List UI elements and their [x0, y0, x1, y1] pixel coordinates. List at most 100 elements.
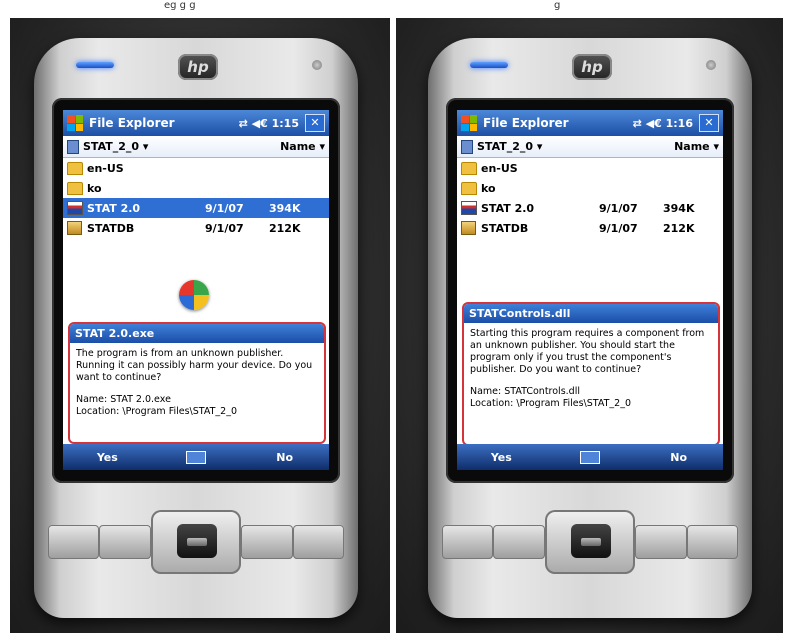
dialog-location-line: Location: \Program Files\STAT_2_0 [76, 406, 237, 417]
list-item[interactable]: ko [63, 178, 329, 198]
database-icon [461, 221, 476, 235]
file-size: 212K [663, 221, 695, 235]
keyboard-toggle[interactable] [546, 450, 635, 464]
screen-bezel: File Explorer ⇄ ◀€ 1:16 ✕ STAT_2_0 ▾ Nam… [446, 98, 734, 483]
security-dialog: STATControls.dll Starting this program r… [462, 302, 720, 446]
hp-logo: hp [572, 54, 612, 80]
dialog-message: Starting this program requires a compone… [470, 328, 705, 375]
yes-softkey[interactable]: Yes [63, 451, 152, 464]
status-icons[interactable]: ⇄ ◀€ 1:15 [239, 117, 299, 130]
keyboard-icon [580, 450, 600, 464]
left-soft-button[interactable] [442, 525, 494, 559]
camera-lens [706, 60, 716, 70]
navigation-pad[interactable] [150, 510, 242, 574]
list-item[interactable]: STATDB 9/1/07 212K [63, 218, 329, 238]
file-name: en-US [87, 161, 124, 175]
path-bar: STAT_2_0 ▾ Name ▾ [457, 136, 723, 158]
database-icon [67, 221, 82, 235]
folder-icon [461, 161, 477, 175]
path-dropdown[interactable]: STAT_2_0 ▾ [477, 140, 674, 153]
dialog-body: The program is from an unknown publisher… [70, 343, 324, 418]
security-dialog: STAT 2.0.exe The program is from an unkn… [68, 322, 326, 444]
ok-button[interactable] [635, 525, 687, 559]
no-softkey[interactable]: No [634, 451, 723, 464]
sort-dropdown[interactable]: Name ▾ [280, 140, 325, 153]
file-date: 9/1/07 [599, 221, 638, 235]
file-name: ko [87, 181, 102, 195]
folder-icon [461, 181, 477, 195]
left-soft-button[interactable] [48, 525, 100, 559]
file-date: 9/1/07 [205, 201, 244, 215]
right-soft-button[interactable] [686, 525, 739, 559]
dialog-name-line: Name: STATControls.dll [470, 386, 580, 397]
speaker-light [470, 62, 508, 68]
keyboard-toggle[interactable] [152, 450, 241, 464]
home-button[interactable] [99, 525, 151, 559]
folder-icon [67, 161, 83, 175]
file-size: 394K [663, 201, 695, 215]
screen-bezel: File Explorer ⇄ ◀€ 1:15 ✕ STAT_2_0 ▾ Nam… [52, 98, 340, 483]
close-button[interactable]: ✕ [305, 114, 325, 132]
close-button[interactable]: ✕ [699, 114, 719, 132]
title-bar: File Explorer ⇄ ◀€ 1:15 ✕ [63, 110, 329, 136]
title-bar: File Explorer ⇄ ◀€ 1:16 ✕ [457, 110, 723, 136]
no-softkey[interactable]: No [240, 451, 329, 464]
executable-icon [67, 201, 83, 215]
screen: File Explorer ⇄ ◀€ 1:15 ✕ STAT_2_0 ▾ Nam… [63, 110, 329, 470]
dialog-title: STAT 2.0.exe [70, 324, 324, 343]
dialog-name-line: Name: STAT 2.0.exe [76, 394, 171, 405]
start-menu-icon[interactable] [67, 115, 83, 131]
file-date: 9/1/07 [599, 201, 638, 215]
camera-lens [312, 60, 322, 70]
hardware-buttons [48, 510, 345, 574]
file-name: STAT 2.0 [87, 201, 141, 215]
list-item[interactable]: STATDB 9/1/07 212K [457, 218, 723, 238]
list-item-selected[interactable]: STAT 2.0 9/1/07 394K [63, 198, 329, 218]
list-item[interactable]: STAT 2.0 9/1/07 394K [457, 198, 723, 218]
file-size: 212K [269, 221, 301, 235]
file-size: 394K [269, 201, 301, 215]
yes-softkey[interactable]: Yes [457, 451, 546, 464]
top-caption-left: eg g g [164, 0, 196, 11]
folder-icon [67, 181, 83, 195]
dialog-body: Starting this program requires a compone… [464, 323, 718, 410]
start-menu-icon[interactable] [461, 115, 477, 131]
dialog-location-line: Location: \Program Files\STAT_2_0 [470, 398, 631, 409]
file-name: ko [481, 181, 496, 195]
dialog-title: STATControls.dll [464, 304, 718, 323]
window-title: File Explorer [483, 116, 569, 130]
ok-button[interactable] [241, 525, 293, 559]
file-name: en-US [481, 161, 518, 175]
file-date: 9/1/07 [205, 221, 244, 235]
dpad-center[interactable] [570, 524, 611, 558]
right-soft-button[interactable] [292, 525, 345, 559]
sort-dropdown[interactable]: Name ▾ [674, 140, 719, 153]
file-name: STATDB [481, 221, 529, 235]
softkey-bar: Yes No [63, 444, 329, 470]
navigation-pad[interactable] [544, 510, 636, 574]
pda-device: hp File Explorer ⇄ ◀€ 1:15 ✕ STAT_2_0 ▾ … [34, 38, 358, 618]
list-item[interactable]: en-US [457, 158, 723, 178]
file-name: STATDB [87, 221, 135, 235]
top-caption-right: g [554, 0, 561, 11]
window-title: File Explorer [89, 116, 175, 130]
hardware-buttons [442, 510, 739, 574]
keyboard-icon [186, 450, 206, 464]
home-button[interactable] [493, 525, 545, 559]
dialog-message: The program is from an unknown publisher… [76, 348, 313, 383]
list-item[interactable]: en-US [63, 158, 329, 178]
screen: File Explorer ⇄ ◀€ 1:16 ✕ STAT_2_0 ▾ Nam… [457, 110, 723, 470]
installer-icon [179, 280, 209, 310]
softkey-bar: Yes No [457, 444, 723, 470]
folder-select-icon [67, 139, 79, 154]
executable-icon [461, 201, 477, 215]
dpad-center[interactable] [176, 524, 217, 558]
path-bar: STAT_2_0 ▾ Name ▾ [63, 136, 329, 158]
status-icons[interactable]: ⇄ ◀€ 1:16 [633, 117, 693, 130]
path-dropdown[interactable]: STAT_2_0 ▾ [83, 140, 280, 153]
list-item[interactable]: ko [457, 178, 723, 198]
hp-logo: hp [178, 54, 218, 80]
speaker-light [76, 62, 114, 68]
device-photo-left: hp File Explorer ⇄ ◀€ 1:15 ✕ STAT_2_0 ▾ … [10, 18, 390, 633]
file-name: STAT 2.0 [481, 201, 535, 215]
